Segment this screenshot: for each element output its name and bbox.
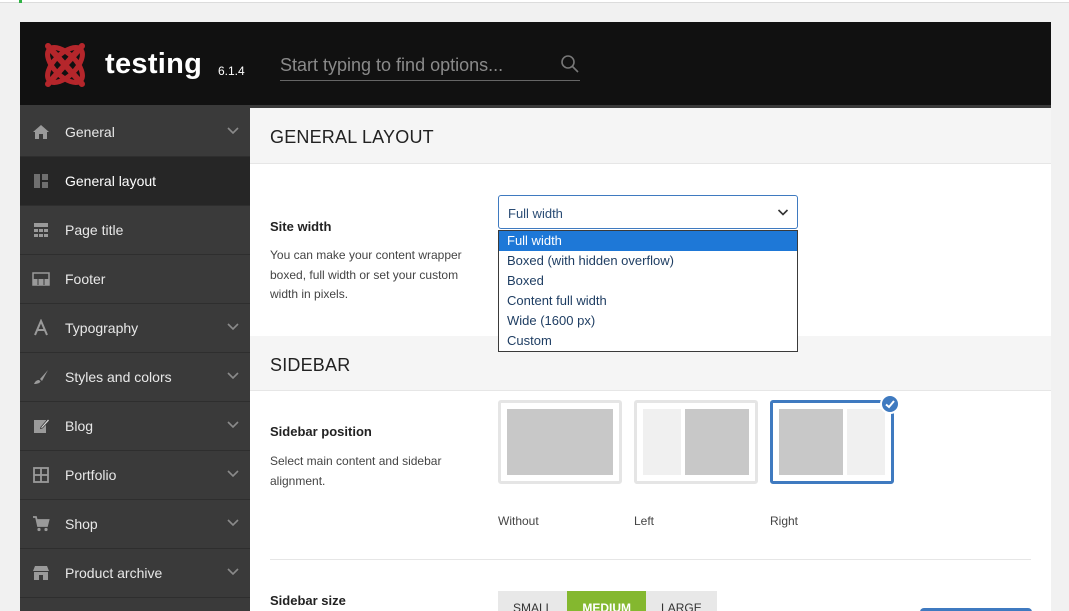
sidebar-item-label: Page title: [65, 222, 124, 238]
sidebar-item-label: Portfolio: [65, 467, 117, 483]
sidebar-item-label: General layout: [65, 173, 157, 189]
options-content: GENERAL LAYOUT Site width You can make y…: [250, 108, 1051, 611]
option-title-sidebar-position: Sidebar position: [270, 424, 372, 439]
sidebar-item-label: Footer: [65, 271, 106, 287]
sidebar-size-toggle: SMALL MEDIUM LARGE: [498, 591, 717, 611]
site-width-dropdown: Full width Boxed (with hidden overflow) …: [498, 230, 798, 352]
chevron-down-icon: [777, 209, 789, 216]
sidebar-size-large-button[interactable]: LARGE: [646, 591, 717, 611]
section-title: GENERAL LAYOUT: [270, 127, 434, 147]
sidebar-item-product-archive[interactable]: Product archive: [20, 549, 250, 598]
theme-options-panel: testing 6.1.4 General General layout Pag…: [20, 22, 1051, 611]
typography-icon: [34, 319, 48, 336]
chevron-down-icon: [227, 421, 239, 429]
section-header-general-layout: GENERAL LAYOUT: [250, 108, 1051, 164]
sidebar-item-styles-and-colors[interactable]: Styles and colors: [20, 353, 250, 402]
home-icon: [33, 125, 49, 139]
sidebar-item-general[interactable]: General: [20, 108, 250, 157]
dropdown-option[interactable]: Full width: [499, 231, 797, 251]
layout-preview-sidebar: [643, 409, 681, 475]
chevron-down-icon: [227, 127, 239, 135]
sidebar-item-label: General: [65, 124, 115, 140]
layout-preview-main: [779, 409, 843, 475]
search-icon[interactable]: [560, 54, 580, 74]
chevron-down-icon: [227, 519, 239, 527]
search-input[interactable]: [280, 52, 550, 78]
layout-icon: [34, 174, 48, 188]
dropdown-option[interactable]: Boxed: [499, 271, 797, 291]
sidebar-item-page-title[interactable]: Page title: [20, 206, 250, 255]
search-bar: [280, 50, 580, 81]
dropdown-option[interactable]: Custom: [499, 331, 797, 351]
logo-icon: [45, 43, 85, 87]
edit-icon: [34, 418, 50, 433]
divider: [270, 559, 1031, 560]
sidebar-item-blog[interactable]: Blog: [20, 402, 250, 451]
sidebar-item-label: Typography: [65, 320, 139, 336]
sidebar-item-shop[interactable]: Shop: [20, 500, 250, 549]
layout-label-without: Without: [498, 514, 539, 528]
site-width-select[interactable]: Full width: [498, 195, 798, 229]
sidebar-item-typography[interactable]: Typography: [20, 304, 250, 353]
sidebar-item-label: Blog: [65, 418, 94, 434]
cart-icon: [33, 516, 50, 532]
loading-indicator: [19, 0, 22, 3]
chevron-down-icon: [227, 372, 239, 380]
sidebar-size-medium-button[interactable]: MEDIUM: [567, 591, 647, 611]
select-value: Full width: [508, 206, 563, 221]
sidebar-size-small-button[interactable]: SMALL: [498, 591, 568, 611]
option-description-sidebar-position: Select main content and sidebar alignmen…: [270, 454, 442, 488]
app-version: 6.1.4: [218, 64, 245, 78]
chevron-down-icon: [227, 568, 239, 576]
sidebar-item-footer[interactable]: Footer: [20, 255, 250, 304]
page-title-icon: [34, 223, 48, 237]
option-title-site-width: Site width: [270, 219, 332, 234]
option-title-sidebar-size: Sidebar size: [270, 593, 346, 608]
sidebar-item-general-layout[interactable]: General layout: [20, 157, 250, 206]
layout-label-right: Right: [770, 514, 799, 528]
store-icon: [33, 566, 49, 580]
sidebar-item-label: Product archive: [65, 565, 163, 581]
dropdown-option[interactable]: Boxed (with hidden overflow): [499, 251, 797, 271]
sidebar-item-label: Styles and colors: [65, 369, 172, 385]
sidebar-nav: General General layout Page title Footer…: [20, 108, 250, 611]
sidebar-item-label: Shop: [65, 516, 98, 532]
app-title: testing: [105, 48, 203, 80]
check-icon: [880, 394, 900, 414]
section-title: SIDEBAR: [270, 355, 351, 375]
layout-label-left: Left: [634, 514, 655, 528]
sidebar-position-without[interactable]: [498, 400, 622, 484]
sidebar-position-right[interactable]: [770, 400, 894, 484]
layout-preview-sidebar: [847, 409, 885, 475]
dropdown-option[interactable]: Content full width: [499, 291, 797, 311]
browser-top-line: [0, 0, 1069, 3]
brush-icon: [34, 370, 48, 384]
layout-preview-main: [507, 409, 613, 475]
chevron-down-icon: [227, 323, 239, 331]
chevron-down-icon: [227, 470, 239, 478]
header: testing 6.1.4: [20, 22, 1051, 108]
sidebar-item-portfolio[interactable]: Portfolio: [20, 451, 250, 500]
footer-icon: [32, 272, 50, 286]
layout-preview-main: [685, 409, 749, 475]
dropdown-option[interactable]: Wide (1600 px): [499, 311, 797, 331]
option-description-site-width: You can make your content wrapper boxed,…: [270, 248, 462, 301]
sidebar-position-left[interactable]: [634, 400, 758, 484]
grid-icon: [33, 467, 49, 483]
